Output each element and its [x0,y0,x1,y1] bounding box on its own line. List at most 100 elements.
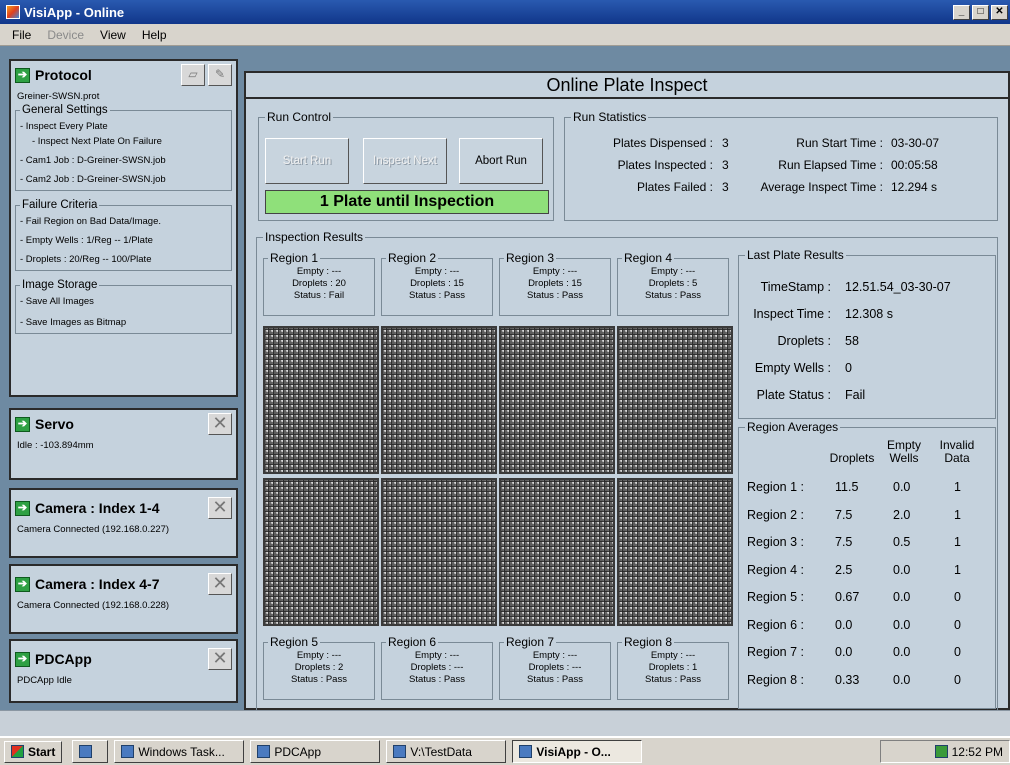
start-button[interactable]: Start [4,740,63,763]
region-average-invalid: 0 [954,645,961,659]
window-title: VisiApp - Online [24,4,125,20]
region-droplets: Droplets : 5 [648,278,698,289]
servo-status: Idle : -103.894mm [17,440,94,451]
failure-criteria-item: - Droplets : 20/Reg -- 100/Plate [20,254,152,265]
arrow-right-icon[interactable]: ➔ [15,500,30,516]
arrow-right-icon[interactable]: ➔ [15,651,30,667]
run-control-title: Run Control [265,110,334,124]
plate-status-value: Fail [845,388,866,402]
plate-image-region-5[interactable] [263,478,379,626]
region-summary: Region 4 Empty : --- Droplets : 5 Status… [617,251,729,316]
menu-help[interactable]: Help [142,28,167,42]
close-button[interactable]: ✕ [991,4,1008,20]
quick-launch[interactable] [72,740,109,763]
region-empty: Empty : --- [296,266,342,277]
last-plate-title: Last Plate Results [745,248,846,262]
folder-open-icon[interactable]: ▱ [181,64,205,86]
general-setting-item: - Cam1 Job : D-Greiner-SWSN.job [20,155,166,166]
inspection-results-title: Inspection Results [263,230,366,244]
region-average-invalid: 1 [954,507,961,522]
run-elapsed-value: 00:05:58 [891,158,938,172]
region-name: Region 7 [504,635,557,649]
failure-criteria-title: Failure Criteria [20,199,100,211]
close-x-icon[interactable]: ✕ [208,648,232,670]
arrow-right-icon[interactable]: ➔ [15,416,30,432]
region-name: Region 4 [622,251,675,265]
status-strip [0,710,1010,736]
taskbar-item[interactable]: PDCApp [250,740,381,763]
pdcapp-title: PDCApp [35,651,92,667]
quicklaunch-icon [79,745,93,758]
region-droplets: Droplets : --- [528,662,582,673]
edit-icon[interactable]: ✎ [208,64,232,86]
plate-image-region-7[interactable] [499,478,615,626]
taskbar-item-label: V:\TestData [410,744,472,759]
minimize-button[interactable]: _ [953,4,970,20]
avg-inspect-value: 12.294 s [891,180,938,194]
general-setting-item: - Cam2 Job : D-Greiner-SWSN.job [20,174,166,185]
inspect-next-button[interactable]: Inspect Next [363,138,447,184]
region-status: Status : Pass [409,290,465,301]
region-averages-title: Region Averages [745,420,841,434]
taskbar-item-label: Windows Task... [138,744,225,759]
camera1-title: Camera : Index 1-4 [35,500,160,516]
inspect-time-value: 12.308 s [845,307,893,321]
camera1-panel: ➔ Camera : Index 1-4 ✕ Camera Connected … [9,488,238,558]
taskbar-item-label: VisiApp - O... [536,744,611,759]
taskbar-item[interactable]: V:\TestData [386,740,507,763]
taskbar-item-active[interactable]: VisiApp - O... [512,740,643,763]
region-status: Status : Pass [291,674,347,685]
menu-view[interactable]: View [100,28,126,42]
network-icon[interactable] [934,745,948,758]
region-average-label: Region 1 : [747,480,804,494]
plates-failed-label: Plates Failed : [636,180,713,194]
start-run-button[interactable]: Start Run [265,138,349,184]
region-average-invalid: 1 [954,562,961,577]
region-status: Status : Pass [645,290,701,301]
plate-image-region-6[interactable] [381,478,497,626]
region-summary: Region 6 Empty : --- Droplets : --- Stat… [381,635,493,700]
camera2-status: Camera Connected (192.168.0.228) [17,600,170,611]
pdcapp-panel: ➔ PDCApp ✕ PDCApp Idle [9,639,238,703]
close-x-icon[interactable]: ✕ [208,497,232,519]
region-droplets: Droplets : 20 [292,278,346,289]
protocol-panel: ➔ Protocol ▱ ✎ Greiner-SWSN.prot General… [9,59,238,397]
close-x-icon[interactable]: ✕ [208,413,232,435]
taskbar-item-label: PDCApp [274,744,322,759]
taskbar-item[interactable]: Windows Task... [114,740,245,763]
arrow-right-icon[interactable]: ➔ [15,576,30,592]
servo-title: Servo [35,416,74,432]
region-droplets: Droplets : 2 [294,662,344,673]
abort-run-button[interactable]: Abort Run [459,138,543,184]
plates-failed-value: 3 [722,180,729,194]
region-average-label: Region 5 : [747,590,804,604]
plate-image-region-3[interactable] [499,326,615,474]
region-name: Region 5 [268,635,321,649]
region-average-invalid: 0 [954,617,961,632]
run-statistics-group: Run Statistics Plates Dispensed : 3 Plat… [564,110,998,221]
run-statistics-title: Run Statistics [571,110,649,124]
region-average-droplets: 2.5 [835,562,853,577]
plate-image-region-1[interactable] [263,326,379,474]
general-settings-title: General Settings [20,104,110,116]
region-average-label: Region 8 : [747,672,804,687]
avg-inspect-label: Average Inspect Time : [760,180,883,194]
menu-file[interactable]: File [12,28,31,42]
window-icon [121,745,135,758]
menu-device[interactable]: Device [47,28,84,42]
window-controls: _ □ ✕ [953,4,1008,20]
region-summary: Region 1 Empty : --- Droplets : 20 Statu… [263,251,375,316]
col-empty-header: Empty Wells [886,438,921,465]
region-name: Region 6 [386,635,439,649]
plate-image-region-2[interactable] [381,326,497,474]
close-x-icon[interactable]: ✕ [208,573,232,595]
start-label: Start [28,744,56,759]
region-average-droplets: 0.67 [835,590,860,604]
region-average-droplets: 7.5 [835,535,853,549]
maximize-button[interactable]: □ [972,4,989,20]
plate-image-region-8[interactable] [617,478,733,626]
protocol-title: Protocol [35,67,92,83]
image-storage-item: - Save All Images [20,296,94,307]
arrow-right-icon[interactable]: ➔ [15,67,30,83]
plate-image-region-4[interactable] [617,326,733,474]
